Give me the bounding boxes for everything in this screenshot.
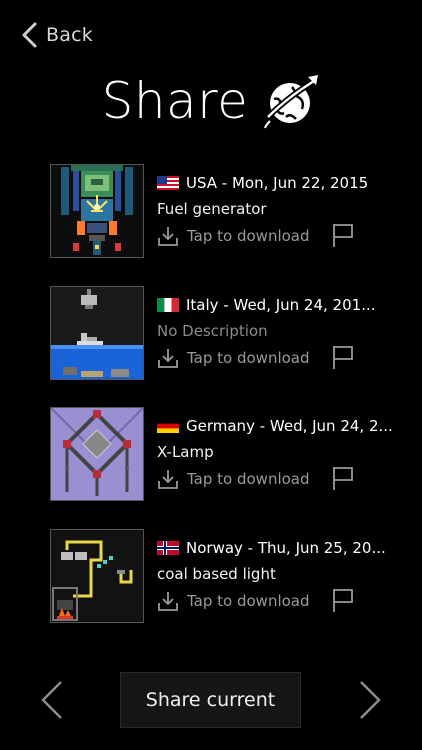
download-label: Tap to download (187, 348, 310, 367)
page-title: Share (101, 72, 249, 130)
download-label: Tap to download (187, 470, 310, 488)
download-label: Tap to download (187, 227, 310, 245)
boat-scene-preview (51, 286, 143, 379)
no-flag-icon (157, 540, 179, 555)
download-icon (158, 227, 178, 246)
download-button[interactable]: Tap to download (157, 225, 310, 247)
coal-light-preview (51, 529, 143, 622)
chevron-left-icon (22, 22, 37, 48)
globe-rocket-icon (264, 75, 319, 129)
download-label: Tap to download (187, 591, 310, 610)
download-icon (158, 470, 178, 489)
list-item[interactable]: Germany - Wed, Jun 24, 2... X-Lamp Tap t… (0, 407, 422, 529)
back-label: Back (46, 24, 93, 46)
share-current-button[interactable]: Share current (120, 672, 301, 728)
de-flag-icon (157, 419, 179, 433)
item-thumbnail[interactable] (50, 407, 144, 501)
fuel-generator-preview (51, 165, 143, 257)
flag-outline-icon (333, 467, 353, 490)
download-button[interactable]: Tap to download (157, 347, 310, 369)
item-headline: Germany - Wed, Jun 24, 2... (186, 417, 393, 435)
back-button[interactable]: Back (20, 20, 93, 50)
flag-outline-icon (333, 345, 353, 369)
report-button[interactable] (331, 587, 355, 613)
item-thumbnail[interactable] (50, 528, 144, 623)
chevron-right-icon (360, 681, 381, 719)
item-description: coal based light (157, 564, 276, 583)
item-description: No Description (157, 321, 268, 340)
chevron-left-icon (41, 681, 62, 719)
flag-outline-icon (333, 224, 353, 247)
item-description: X-Lamp (157, 443, 214, 461)
shared-list: USA - Mon, Jun 22, 2015 Fuel generator T… (0, 164, 422, 650)
report-button[interactable] (331, 222, 355, 248)
download-icon (158, 348, 178, 368)
next-page-button[interactable] (358, 680, 382, 724)
previous-page-button[interactable] (40, 680, 64, 724)
it-flag-icon (157, 297, 179, 312)
us-flag-icon (157, 176, 179, 190)
item-description: Fuel generator (157, 200, 267, 218)
report-button[interactable] (331, 465, 355, 491)
page-header: Share (0, 68, 422, 134)
list-item[interactable]: USA - Mon, Jun 22, 2015 Fuel generator T… (0, 164, 422, 286)
item-headline: Italy - Wed, Jun 24, 201... (186, 295, 376, 314)
item-thumbnail[interactable] (50, 164, 144, 258)
flag-outline-icon (333, 588, 353, 612)
download-button[interactable]: Tap to download (157, 468, 310, 490)
x-lamp-preview (51, 408, 143, 500)
item-headline: Norway - Thu, Jun 25, 20... (186, 538, 386, 557)
bottom-bar: Share current (0, 672, 422, 728)
report-button[interactable] (331, 344, 355, 370)
item-headline: USA - Mon, Jun 22, 2015 (186, 174, 369, 192)
list-item[interactable]: Norway - Thu, Jun 25, 20... coal based l… (0, 528, 422, 651)
download-button[interactable]: Tap to download (157, 590, 310, 612)
list-item[interactable]: Italy - Wed, Jun 24, 201... No Descripti… (0, 285, 422, 408)
download-icon (158, 591, 178, 611)
item-thumbnail[interactable] (50, 285, 144, 380)
